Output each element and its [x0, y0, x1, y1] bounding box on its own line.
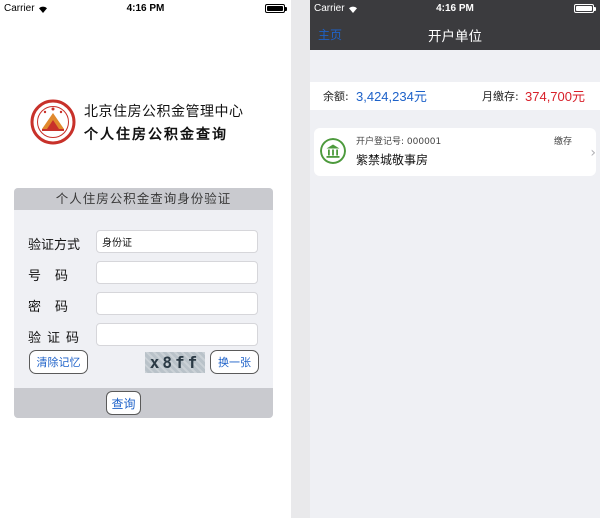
status-bar: Carrier 4:16 PM	[0, 0, 291, 18]
form-title: 个人住房公积金查询身份验证	[14, 188, 273, 210]
captcha-image[interactable]: x8ff	[145, 352, 205, 373]
unit-status: 缴存	[554, 137, 573, 147]
login-screen: Carrier 4:16 PM 北京住房公积金管理中心 个人住房公积金查询 个人…	[0, 0, 291, 518]
balance-value: 3,424,234元	[356, 89, 427, 104]
battery-icon	[574, 4, 596, 13]
unit-name: 紫禁城敬事房	[356, 153, 429, 167]
chevron-right-icon: ›	[590, 145, 596, 161]
account-units-screen: Carrier 4:16 PM 主页 开户单位 余额: 3,424,234元 月…	[310, 0, 600, 518]
verify-method-row: 验证方式	[14, 230, 273, 254]
battery-icon	[265, 4, 287, 13]
refresh-captcha-button[interactable]: 换一张	[210, 350, 259, 374]
password-row: 密码	[14, 292, 273, 316]
list-item[interactable]: 开户登记号: 000001 缴存 紫禁城敬事房 ›	[314, 128, 596, 176]
verify-method-label: 验证方式	[28, 238, 81, 253]
query-button[interactable]: 查询	[106, 391, 141, 415]
unit-registration-number: 开户登记号: 000001	[356, 137, 442, 147]
id-number-label: 号码	[28, 269, 83, 284]
captcha-input[interactable]	[96, 323, 258, 346]
screen-divider	[291, 0, 310, 518]
status-time: 4:16 PM	[126, 3, 165, 14]
app-screenshots: Carrier 4:16 PM 北京住房公积金管理中心 个人住房公积金查询 个人…	[0, 0, 600, 518]
captcha-text: x8ff	[149, 353, 201, 372]
captcha-label: 验证码	[28, 331, 86, 346]
app-name: 个人住房公积金查询	[84, 126, 228, 143]
monthly-deposit-value: 374,700元	[525, 89, 585, 104]
balance-label: 余额:	[323, 90, 349, 103]
balance-summary: 余额: 3,424,234元 月缴存: 374,700元	[310, 82, 600, 110]
verify-method-field[interactable]	[96, 230, 258, 253]
clear-memory-button[interactable]: 清除记忆	[29, 350, 88, 374]
id-number-input[interactable]	[96, 261, 258, 284]
bank-building-icon	[320, 138, 346, 164]
org-name: 北京住房公积金管理中心	[84, 103, 244, 120]
password-input[interactable]	[96, 292, 258, 315]
page-title: 开户单位	[428, 29, 482, 45]
submit-bar: 查询	[14, 388, 273, 418]
verification-form: 个人住房公积金查询身份验证 验证方式 号码 密码 验证码 清除记忆 x8ff 换…	[14, 188, 273, 418]
id-number-row: 号码	[14, 261, 273, 285]
org-logo-block: 北京住房公积金管理中心 个人住房公积金查询	[30, 96, 270, 148]
captcha-row: 验证码	[14, 323, 273, 347]
password-label: 密码	[28, 300, 83, 315]
status-time: 4:16 PM	[436, 3, 474, 14]
status-bar: Carrier 4:16 PM	[310, 0, 600, 18]
navigation-bar: Carrier 4:16 PM 主页 开户单位	[310, 0, 600, 50]
housing-fund-emblem-icon	[30, 99, 76, 145]
monthly-deposit-label: 月缴存:	[482, 90, 519, 103]
